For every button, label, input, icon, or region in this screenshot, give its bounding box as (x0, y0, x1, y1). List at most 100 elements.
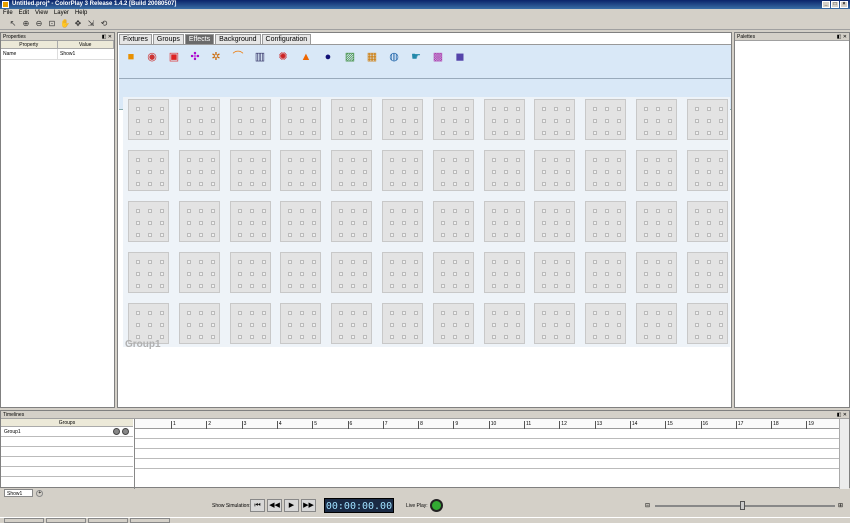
menu-view[interactable]: View (35, 9, 48, 17)
tab-background[interactable]: Background (215, 34, 261, 44)
fixture-cell[interactable] (178, 99, 220, 140)
fixture-cell[interactable] (483, 252, 525, 293)
timeline-track[interactable] (135, 449, 839, 459)
tab-configuration[interactable]: Configuration (261, 34, 312, 44)
mosaic-icon[interactable]: ▩ (431, 50, 445, 64)
timeline-track[interactable] (135, 439, 839, 449)
fixture-cell[interactable] (636, 99, 677, 140)
fixture-cell[interactable] (128, 99, 169, 140)
select-arrow-icon[interactable]: ↖ (8, 18, 18, 28)
fixture-cell[interactable] (382, 252, 423, 293)
panel-float-close-icon[interactable]: ◧ ✕ (837, 411, 847, 419)
fixture-cell[interactable] (483, 303, 525, 344)
fixture-cell[interactable] (534, 252, 576, 293)
fixture-cell[interactable] (432, 252, 474, 293)
live-play-button[interactable] (430, 499, 443, 512)
fixture-cell[interactable] (483, 150, 525, 191)
fixture-cell[interactable] (382, 303, 423, 344)
text-icon[interactable]: ◼ (453, 50, 467, 64)
zoom-out-small-icon[interactable]: ⊟ (645, 502, 650, 509)
fixture-cell[interactable] (686, 303, 728, 344)
timeline-track[interactable] (135, 429, 839, 439)
taskbar-item[interactable] (88, 518, 128, 523)
menu-file[interactable]: File (3, 9, 13, 17)
fixture-cell[interactable] (280, 201, 322, 242)
fixture-cell[interactable] (178, 150, 220, 191)
fixture-cell[interactable] (636, 252, 677, 293)
rotate-icon[interactable]: ⟲ (99, 18, 109, 28)
fixture-cell[interactable] (280, 150, 322, 191)
timeline-group-row[interactable] (1, 437, 133, 447)
align-icon[interactable]: ⇲ (86, 18, 96, 28)
timeline-scrollbar[interactable] (839, 419, 849, 489)
fixture-cell[interactable] (432, 150, 474, 191)
fire-icon[interactable]: ▲ (299, 50, 313, 64)
fit-view-icon[interactable]: ⊡ (47, 18, 57, 28)
image-icon[interactable]: ▨ (343, 50, 357, 64)
fixture-cell[interactable] (229, 99, 271, 140)
dot-icon[interactable]: ● (321, 50, 335, 64)
bars-icon[interactable]: ▥ (253, 50, 267, 64)
fixture-cell[interactable] (686, 99, 728, 140)
fixture-cell[interactable] (229, 201, 271, 242)
gradient-icon[interactable]: ▣ (167, 50, 181, 64)
fixture-cell[interactable] (534, 303, 576, 344)
fixture-cell[interactable] (178, 252, 220, 293)
fixture-cell[interactable] (229, 303, 271, 344)
fixture-cell[interactable] (128, 201, 169, 242)
add-show-icon[interactable]: + (36, 489, 44, 497)
fixture-cell[interactable] (686, 201, 728, 242)
fast-forward-icon[interactable]: ▶▶ (301, 499, 316, 512)
taskbar-item[interactable] (46, 518, 86, 523)
fixture-cell[interactable] (280, 252, 322, 293)
fixture-cell[interactable] (585, 303, 627, 344)
fixture-cell[interactable] (178, 303, 220, 344)
property-row-name[interactable]: Name Show1 (1, 49, 114, 60)
fixture-cell[interactable] (382, 99, 423, 140)
solid-color-icon[interactable]: ■ (124, 50, 138, 64)
fixture-cell[interactable] (686, 150, 728, 191)
tab-fixtures[interactable]: Fixtures (119, 34, 152, 44)
zoom-out-icon[interactable]: ⊖ (34, 18, 44, 28)
timeline-ruler[interactable]: 1 2 3 4 5 6 7 8 9 10 11 12 13 14 15 16 17 18 19 (135, 419, 839, 429)
fixture-cell[interactable] (534, 201, 576, 242)
color-wheel-icon[interactable]: ◉ (145, 50, 159, 64)
skip-start-icon[interactable]: ⏮ (250, 499, 265, 512)
fixture-cell[interactable] (331, 99, 373, 140)
property-value[interactable]: Show1 (57, 49, 114, 59)
timeline-tracks[interactable]: 1 2 3 4 5 6 7 8 9 10 11 12 13 14 15 16 17 18 19 (134, 419, 839, 489)
fixture-cell[interactable] (331, 252, 373, 293)
play-icon[interactable]: ▶ (284, 499, 299, 512)
hand-icon[interactable]: ☛ (409, 50, 423, 64)
fixture-cell[interactable] (280, 99, 322, 140)
sparkle-icon[interactable]: ✲ (209, 50, 223, 64)
timeline-zoom-thumb[interactable] (740, 501, 745, 510)
fixture-cell[interactable] (229, 150, 271, 191)
menu-help[interactable]: Help (75, 9, 87, 17)
fixture-cell[interactable] (432, 201, 474, 242)
group-area[interactable] (123, 97, 730, 347)
lock-toggle-icon[interactable] (122, 428, 129, 435)
panel-float-close-icon[interactable]: ◧ ✕ (837, 33, 847, 41)
fixture-cell[interactable] (534, 99, 576, 140)
close-icon[interactable]: × (840, 1, 848, 8)
fixture-cell[interactable] (636, 303, 677, 344)
zoom-in-small-icon[interactable]: ⊞ (838, 502, 843, 509)
show-tab[interactable]: Show1 (4, 489, 34, 497)
taskbar-item[interactable] (4, 518, 44, 523)
fixture-cell[interactable] (382, 201, 423, 242)
fixture-cell[interactable] (128, 303, 169, 344)
fixture-cell[interactable] (331, 150, 373, 191)
timeline-group-row[interactable] (1, 447, 133, 457)
fixture-cell[interactable] (128, 150, 169, 191)
fixture-cell[interactable] (585, 201, 627, 242)
timeline-track[interactable] (135, 459, 839, 469)
fixture-cell[interactable] (483, 99, 525, 140)
fixture-cell[interactable] (178, 201, 220, 242)
fixture-cell[interactable] (432, 303, 474, 344)
fixture-cell[interactable] (585, 150, 627, 191)
fixture-cell[interactable] (686, 252, 728, 293)
globe-icon[interactable]: ◍ (387, 50, 401, 64)
taskbar-item[interactable] (130, 518, 170, 523)
move-icon[interactable]: ✥ (73, 18, 83, 28)
